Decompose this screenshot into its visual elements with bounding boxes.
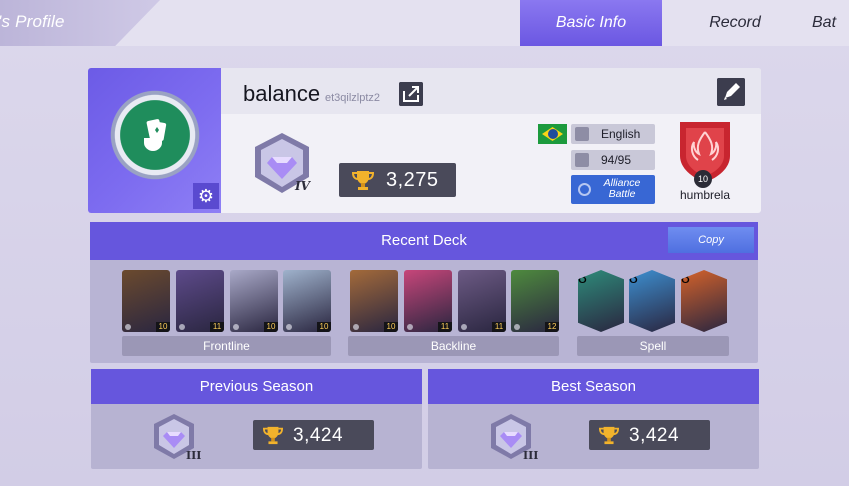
elf-archer-hero-card[interactable]: 12 (511, 270, 559, 332)
previous-season-title: Previous Season (91, 369, 422, 404)
trophy-icon (598, 426, 620, 445)
backline-label: Backline (348, 336, 559, 356)
recent-deck-title: Recent Deck (381, 232, 467, 249)
guild-name[interactable]: humbrela (663, 188, 747, 202)
language-icon (575, 127, 589, 141)
trophy-value: 3,275 (386, 169, 439, 191)
avatar[interactable]: ⚙ (88, 68, 221, 213)
pink-hair-hero-card[interactable]: 11 (404, 270, 452, 332)
fire-spell-card[interactable]: 8 (681, 270, 727, 332)
level-icon (575, 153, 589, 167)
card-level: 8 (578, 270, 587, 287)
previous-season-tier: III (186, 449, 202, 462)
cards-hand-icon (144, 119, 167, 151)
card-level: 10 (384, 322, 398, 332)
frontline-label: Frontline (122, 336, 331, 356)
tab-basic-info[interactable]: Basic Info (520, 0, 662, 46)
recent-deck-panel: Recent Deck Copy 10 11 10 10 10 11 11 12 8 8 8 Fro… (90, 222, 758, 363)
profile-card: ⚙ balance et3qilzlptz2 IV 3,275 English … (88, 68, 761, 213)
player-name: balance (243, 81, 321, 106)
rarity-gem-icon (233, 324, 239, 330)
tab-battle[interactable]: Bat (812, 0, 849, 46)
guild-level: 10 (694, 170, 712, 188)
rarity-gem-icon (514, 324, 520, 330)
name-bar: balance et3qilzlptz2 (221, 68, 761, 114)
alliance-icon (578, 183, 591, 196)
card-level: 8 (629, 270, 638, 287)
edit-pencil-icon[interactable] (717, 78, 745, 106)
card-level: 11 (492, 322, 506, 332)
straw-hat-hero-card[interactable]: 10 (350, 270, 398, 332)
player-id: et3qilzlptz2 (325, 92, 381, 104)
blue-spell-card[interactable]: 8 (629, 270, 675, 332)
best-season-title: Best Season (428, 369, 759, 404)
card-level: 11 (438, 322, 452, 332)
trophy-icon (262, 426, 284, 445)
previous-season-panel: Previous Season III 3,424 (91, 369, 422, 469)
alliance-battle-button[interactable]: Alliance Battle (571, 175, 655, 204)
rarity-gem-icon (461, 324, 467, 330)
trophy-icon (351, 171, 375, 190)
rarity-gem-icon (353, 324, 359, 330)
rarity-gem-icon (407, 324, 413, 330)
dark-mage-hero-card[interactable]: 11 (458, 270, 506, 332)
spell-label: Spell (577, 336, 729, 356)
recent-deck-header: Recent Deck Copy (90, 222, 758, 260)
previous-season-trophies: 3,424 (253, 420, 374, 450)
brazil-flag-icon (538, 124, 567, 144)
rarity-gem-icon (179, 324, 185, 330)
best-season-trophies: 3,424 (589, 420, 710, 450)
witch-hero-card[interactable]: 11 (176, 270, 224, 332)
white-hair-hero-card[interactable]: 10 (230, 270, 278, 332)
rarity-gem-icon (286, 324, 292, 330)
card-level: 10 (264, 322, 278, 332)
best-season-trophy-value: 3,424 (629, 425, 680, 446)
ice-queen-hero-card[interactable]: 10 (283, 270, 331, 332)
best-season-panel: Best Season III 3,424 (428, 369, 759, 469)
avatar-frame (108, 88, 202, 182)
tab-record[interactable]: Record (684, 0, 786, 46)
bear-hero-card[interactable]: 10 (122, 270, 170, 332)
previous-season-trophy-value: 3,424 (293, 425, 344, 446)
language-label: English (601, 127, 641, 141)
rank-tier: IV (295, 179, 310, 193)
card-level: 10 (156, 322, 170, 332)
best-season-tier: III (523, 449, 539, 462)
settings-gear-icon[interactable]: ⚙ (193, 183, 219, 209)
alliance-label: Alliance Battle (603, 177, 641, 200)
card-level: 12 (545, 322, 559, 332)
rarity-gem-icon (125, 324, 131, 330)
language-pill: English (571, 124, 655, 144)
share-icon[interactable] (399, 82, 423, 106)
green-spell-card[interactable]: 8 (578, 270, 624, 332)
card-level: 8 (681, 270, 690, 287)
copy-deck-button[interactable]: Copy (668, 227, 754, 253)
page-title: 's Profile (0, 12, 65, 31)
trophy-count: 3,275 (339, 163, 456, 197)
card-level: 10 (317, 322, 331, 332)
level-pill: 94/95 (571, 150, 655, 170)
card-level: 11 (210, 322, 224, 332)
level-progress: 94/95 (601, 153, 632, 167)
